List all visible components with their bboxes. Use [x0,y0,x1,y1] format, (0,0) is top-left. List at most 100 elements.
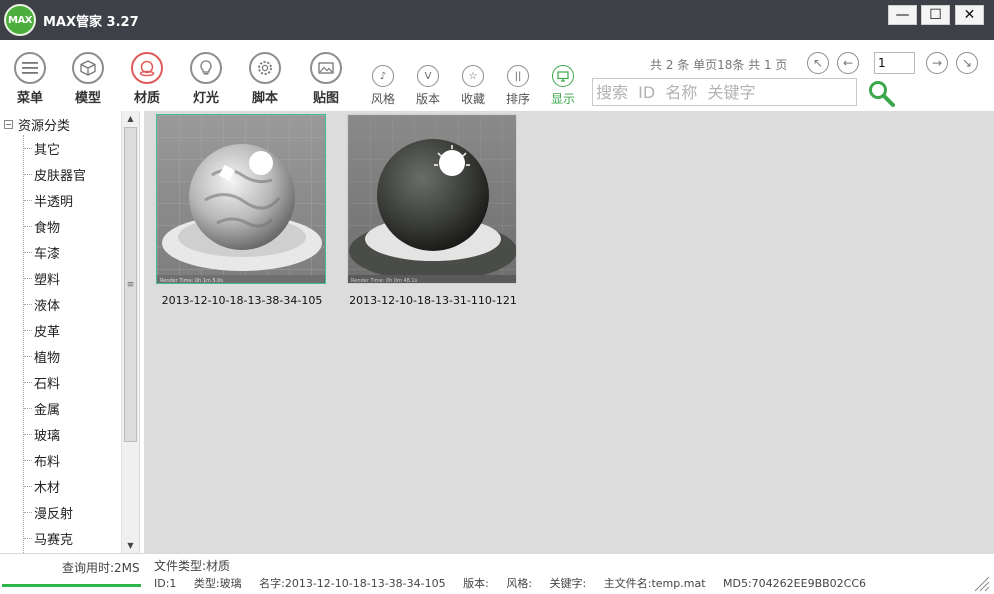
minimize-button[interactable]: — [888,5,917,25]
tree-item[interactable]: 食物 [24,213,60,239]
sort-button[interactable]: || 排序 [498,65,538,107]
first-page-button[interactable]: ↖ [807,52,829,74]
material-name: 2013-12-10-18-13-31-110-121 [349,294,517,307]
status-bar: 查询用时:2MS 文件类型:材质 ID:1 类型:玻璃 名字:2013-12-1… [0,553,994,594]
title-bar: MAX MAX管家 3.27 — ☐ ✕ [0,0,994,40]
menu-button[interactable]: 菜单 [6,52,54,106]
detail-style: 风格: [506,577,533,590]
tree-root-label: 资源分类 [18,119,71,134]
prev-page-button[interactable]: ← [837,52,859,74]
version-icon: V [417,65,439,87]
scroll-up-arrow-icon[interactable]: ▲ [122,111,139,126]
hamburger-icon [14,52,46,84]
tree-item[interactable]: 石料 [24,369,60,395]
page-number-input[interactable] [874,52,915,74]
tree-item[interactable]: 皮肤器官 [24,161,86,187]
model-label: 模型 [74,91,101,106]
app-logo: MAX [4,4,36,36]
model-button[interactable]: 模型 [64,52,112,106]
tree-item[interactable]: 皮革 [24,317,60,343]
next-page-button[interactable]: → [926,52,948,74]
progress-bar [2,584,141,587]
material-thumbnail[interactable]: Render Time: 0h 0m 48.1s [347,114,517,284]
image-icon [310,52,342,84]
material-ball-icon [131,52,163,84]
display-button[interactable]: 显示 [543,65,583,107]
texture-button[interactable]: 贴图 [302,52,350,106]
tree-item[interactable]: 漫反射 [24,499,73,525]
pause-icon: || [507,65,529,87]
arrow-right-icon: → [931,56,943,70]
music-note-icon: ♪ [372,65,394,87]
favorite-label: 收藏 [460,92,485,106]
tree-item[interactable]: 马赛克 [24,525,73,551]
tree-item[interactable]: 其它 [24,135,60,161]
gear-icon [249,52,281,84]
scroll-down-arrow-icon[interactable]: ▼ [122,538,139,553]
scroll-thumb[interactable]: ≡ [124,127,137,442]
resize-grip-icon[interactable] [972,574,990,592]
tree-item[interactable]: 半透明 [24,187,73,213]
progress-fill [2,584,141,587]
maximize-button[interactable]: ☐ [921,5,950,25]
tree-item[interactable]: 塑料 [24,265,60,291]
star-icon: ☆ [462,65,484,87]
texture-label: 贴图 [312,91,339,106]
search-input[interactable] [592,78,857,106]
version-label: 版本 [415,92,440,106]
app-title: MAX管家 3.27 [43,15,139,30]
close-button[interactable]: ✕ [955,5,984,25]
detail-main-file: 主文件名:temp.mat [603,577,706,590]
search-icon [869,81,895,107]
last-page-button[interactable]: ↘ [956,52,978,74]
material-name: 2013-12-10-18-13-38-34-105 [161,294,323,307]
tree-item[interactable]: 车漆 [24,239,60,265]
display-label: 显示 [550,92,575,106]
detail-version: 版本: [463,577,489,590]
render-time-text: Render Time: 0h 0m 48.1s [351,278,418,284]
tree-item[interactable]: 植物 [24,343,60,369]
material-thumbnail[interactable]: Render Time: 0h 1m 5.0s [156,114,326,284]
render-time-text: Render Time: 0h 1m 5.0s [160,278,223,284]
pagination-info: 共 2 条 单页18条 共 1 页 [650,58,788,72]
material-grid: Render Time: 0h 1m 5.0s 2013-12-10-18-13… [144,111,994,553]
detail-name: 名字:2013-12-10-18-13-38-34-105 [259,577,446,590]
tree-root[interactable]: − 资源分类 [4,115,70,134]
arrow-down-right-icon: ↘ [961,56,973,70]
tree-item[interactable]: 木材 [24,473,60,499]
script-button[interactable]: 脚本 [241,52,289,106]
arrow-left-icon: ← [842,56,854,70]
favorite-button[interactable]: ☆ 收藏 [453,65,493,107]
script-label: 脚本 [251,91,278,106]
search-button[interactable] [867,79,897,109]
material-card[interactable]: Render Time: 0h 1m 5.0s 2013-12-10-18-13… [156,114,328,307]
light-button[interactable]: 灯光 [182,52,230,106]
tree-item[interactable]: 液体 [24,291,60,317]
sort-label: 排序 [505,92,530,106]
light-label: 灯光 [192,91,219,106]
item-details: ID:1 类型:玻璃 名字:2013-12-10-18-13-38-34-105… [154,575,880,591]
toolbar: 菜单 模型 材质 灯光 脚本 贴图 ♪ 风格 V 版本 ☆ 收藏 || 排序 显… [0,40,994,111]
cube-icon [72,52,104,84]
style-button[interactable]: ♪ 风格 [363,65,403,107]
style-label: 风格 [370,92,395,106]
tree-item[interactable]: 金属 [24,395,60,421]
material-button[interactable]: 材质 [123,52,171,106]
version-button[interactable]: V 版本 [408,65,448,107]
detail-keyword: 关键字: [549,577,587,590]
query-time: 查询用时:2MS [62,561,140,575]
detail-id: ID:1 [154,577,177,590]
bulb-icon [190,52,222,84]
sidebar-scrollbar[interactable]: ▲ ≡ ▼ [121,111,139,553]
collapse-icon[interactable]: − [4,120,13,129]
category-tree: − 资源分类 其它 皮肤器官 半透明 食物 车漆 塑料 液体 皮革 植物 石料 金属 玻璃 布料 木材 漫反… [0,111,140,553]
menu-label: 菜单 [16,91,43,106]
monitor-icon [552,65,574,87]
tree-item[interactable]: 玻璃 [24,421,60,447]
arrow-up-left-icon: ↖ [812,56,824,70]
file-type: 文件类型:材质 [154,559,231,573]
detail-md5: MD5:704262EE9BB02CC6 [723,577,867,590]
material-card[interactable]: Render Time: 0h 0m 48.1s 2013-12-10-18-1… [347,114,519,307]
tree-item[interactable]: 布料 [24,447,60,473]
detail-type: 类型:玻璃 [193,577,242,590]
